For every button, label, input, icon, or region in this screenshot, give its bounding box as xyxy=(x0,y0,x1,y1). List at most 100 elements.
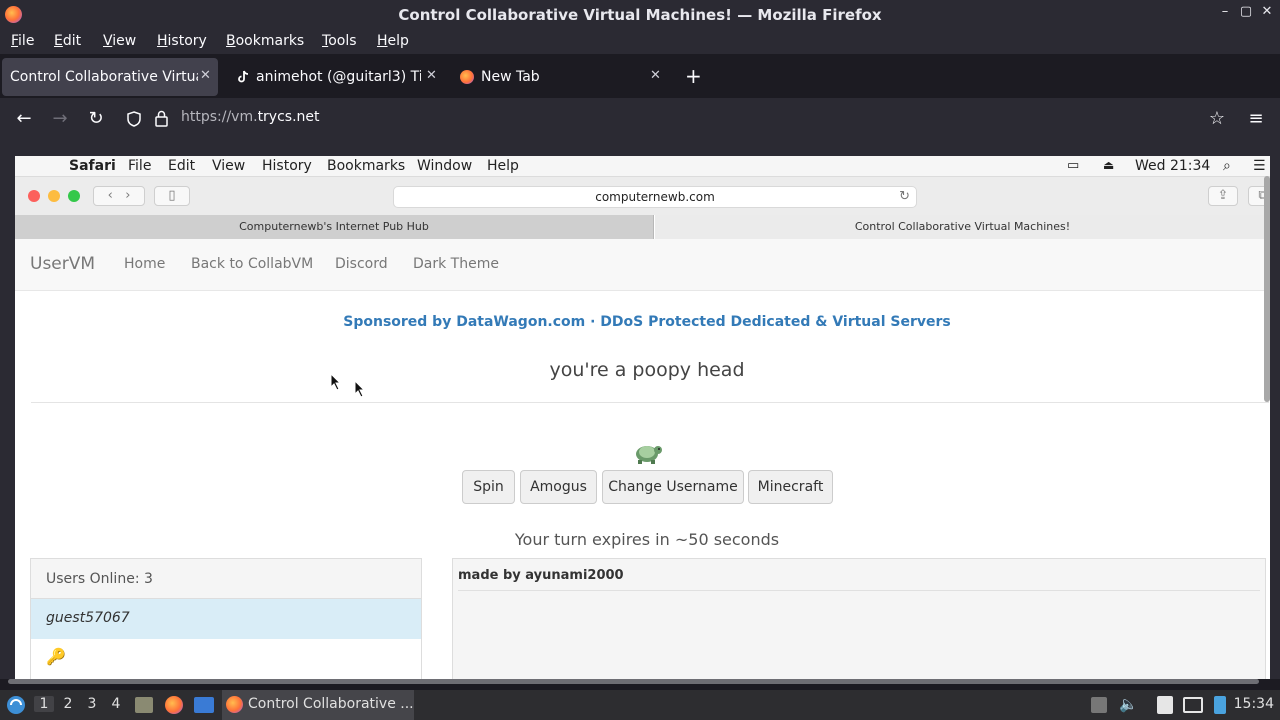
safari-tab-collabvm[interactable]: Control Collaborative Virtual Machines! xyxy=(655,215,1270,239)
lock-icon[interactable] xyxy=(155,110,168,127)
menu-file[interactable]: File xyxy=(11,33,34,49)
spotlight-icon[interactable]: ⌕ xyxy=(1223,158,1231,174)
vm-viewport[interactable]: Safari File Edit View History Bookmarks … xyxy=(0,140,1280,682)
tab-tiktok[interactable]: animehot (@guitarl3) TikTok ✕ xyxy=(228,58,448,96)
close-tab-icon[interactable]: ✕ xyxy=(426,68,437,83)
share-icon[interactable]: ⇪ xyxy=(1208,186,1238,206)
mac-menubar: Safari File Edit View History Bookmarks … xyxy=(15,156,1270,177)
mac-menu-history[interactable]: History xyxy=(262,158,312,174)
safari-address-text: computernewb.com xyxy=(595,190,715,204)
menu-edit[interactable]: Edit xyxy=(54,33,81,49)
navigation-toolbar: ← → ↻ https://vm.trycs.net ☆ ≡ xyxy=(0,98,1280,140)
taskbar-clock: 15:34 xyxy=(1233,696,1274,712)
volume-icon[interactable]: 🔈 xyxy=(1119,695,1138,713)
workspace-4[interactable]: 4 xyxy=(106,696,126,712)
sidebar-toggle-icon[interactable]: ▯ xyxy=(154,186,190,206)
url-domain: trycs.net xyxy=(257,109,320,125)
mac-clock[interactable]: Wed 21:34 xyxy=(1135,158,1210,174)
safari-address-field[interactable]: computernewb.com ↻ xyxy=(393,186,917,208)
url-field[interactable]: https://vm.trycs.net xyxy=(181,109,320,125)
eject-icon[interactable]: ⏏ xyxy=(1103,158,1114,172)
start-menu-icon[interactable] xyxy=(6,695,26,715)
site-brand[interactable]: UserVM xyxy=(30,254,95,274)
spin-button[interactable]: Spin xyxy=(462,470,515,504)
workspace-2[interactable]: 2 xyxy=(58,696,78,712)
network-icon[interactable] xyxy=(1183,697,1203,713)
zoom-light-icon[interactable] xyxy=(68,190,80,202)
taskbar: 1 2 3 4 Control Collaborative ... 🔈 15:3… xyxy=(0,690,1280,720)
menu-history[interactable]: History xyxy=(157,33,207,49)
tab-label: animehot (@guitarl3) TikTok xyxy=(256,69,421,85)
forward-icon[interactable]: → xyxy=(49,108,71,129)
turn-timer: Your turn expires in ~50 seconds xyxy=(514,530,780,549)
update-icon[interactable] xyxy=(1214,696,1226,714)
vm-screen[interactable]: Safari File Edit View History Bookmarks … xyxy=(15,156,1270,682)
site-navbar: UserVM Home Back to CollabVM Discord Dar… xyxy=(15,239,1270,291)
workspace-3[interactable]: 3 xyxy=(82,696,102,712)
minimize-light-icon[interactable] xyxy=(48,190,60,202)
horizontal-scrollbar[interactable] xyxy=(0,679,1280,684)
scrollbar-thumb[interactable] xyxy=(8,679,1259,684)
minecraft-button[interactable]: Minecraft xyxy=(748,470,833,504)
new-tab-button[interactable]: + xyxy=(685,64,702,88)
message-of-the-day: you're a poopy head xyxy=(549,359,745,381)
reload-icon[interactable]: ↻ xyxy=(85,108,107,129)
nav-dark-theme[interactable]: Dark Theme xyxy=(413,256,499,272)
file-manager-icon[interactable] xyxy=(135,697,153,713)
divider xyxy=(31,402,1269,403)
users-panel: Users Online: 3 guest57067 🔑 xyxy=(30,558,422,682)
bookmark-star-icon[interactable]: ☆ xyxy=(1206,108,1228,129)
mac-menu-view[interactable]: View xyxy=(212,158,245,174)
cursor-icon xyxy=(330,373,342,391)
menu-tools[interactable]: Tools xyxy=(322,33,357,49)
close-light-icon[interactable] xyxy=(28,190,40,202)
hamburger-menu-icon[interactable]: ≡ xyxy=(1245,108,1267,129)
minimize-icon[interactable]: – xyxy=(1216,4,1234,19)
nav-home[interactable]: Home xyxy=(124,256,165,272)
back-icon[interactable]: ← xyxy=(13,108,35,129)
firefox-icon xyxy=(460,70,474,84)
mac-menu-bookmarks[interactable]: Bookmarks xyxy=(327,158,405,174)
mac-menu-edit[interactable]: Edit xyxy=(168,158,195,174)
vm-scrollbar[interactable] xyxy=(1264,176,1270,402)
tab-label: Control Collaborative Virtual Machines! xyxy=(10,69,198,85)
key-icon: 🔑 xyxy=(46,647,66,666)
firefox-launcher-icon[interactable] xyxy=(165,696,183,714)
safari-reload-icon[interactable]: ↻ xyxy=(899,187,910,207)
mac-menu-file[interactable]: File xyxy=(128,158,151,174)
mac-menu-help[interactable]: Help xyxy=(487,158,519,174)
menu-bookmarks[interactable]: Bookmarks xyxy=(226,33,304,49)
firefox-menubar: File Edit View History Bookmarks Tools H… xyxy=(0,30,1280,54)
workspace-1[interactable]: 1 xyxy=(34,696,54,712)
tab-collabvm[interactable]: Control Collaborative Virtual Machines! … xyxy=(2,58,218,96)
user-list-item[interactable]: guest57067 xyxy=(31,599,421,639)
amogus-button[interactable]: Amogus xyxy=(520,470,597,504)
terminal-icon[interactable] xyxy=(194,697,214,713)
mac-menu-window[interactable]: Window xyxy=(417,158,472,174)
divider xyxy=(458,590,1260,591)
safari-back-forward[interactable]: ‹ › xyxy=(93,186,145,206)
notification-list-icon[interactable]: ☰ xyxy=(1253,158,1266,174)
change-username-button[interactable]: Change Username xyxy=(602,470,744,504)
tab-newtab[interactable]: New Tab ✕ xyxy=(452,58,672,96)
url-prefix: https://vm. xyxy=(181,109,258,125)
close-tab-icon[interactable]: ✕ xyxy=(200,68,211,83)
nav-back-to-collabvm[interactable]: Back to CollabVM xyxy=(191,256,313,272)
display-icon[interactable]: ▭ xyxy=(1067,158,1079,173)
shield-icon[interactable] xyxy=(127,111,141,127)
clipboard-icon[interactable] xyxy=(1157,696,1173,714)
safari-tab-pubhub[interactable]: Computernewb's Internet Pub Hub xyxy=(15,215,654,239)
tiktok-icon xyxy=(238,70,249,83)
tray-up-icon[interactable] xyxy=(1091,697,1107,713)
maximize-icon[interactable]: ▢ xyxy=(1237,4,1255,19)
mac-app-name[interactable]: Safari xyxy=(69,158,116,174)
nav-discord[interactable]: Discord xyxy=(335,256,388,272)
menu-help[interactable]: Help xyxy=(377,33,409,49)
taskbar-firefox-window[interactable]: Control Collaborative ... xyxy=(222,690,414,720)
firefox-icon xyxy=(226,696,243,713)
close-tab-icon[interactable]: ✕ xyxy=(650,68,661,83)
menu-view[interactable]: View xyxy=(103,33,136,49)
close-window-icon[interactable]: ✕ xyxy=(1258,4,1276,19)
safari-tab-bar: Computernewb's Internet Pub Hub Control … xyxy=(15,215,1270,239)
sponsor-link[interactable]: Sponsored by DataWagon.com · DDoS Protec… xyxy=(15,314,1270,330)
